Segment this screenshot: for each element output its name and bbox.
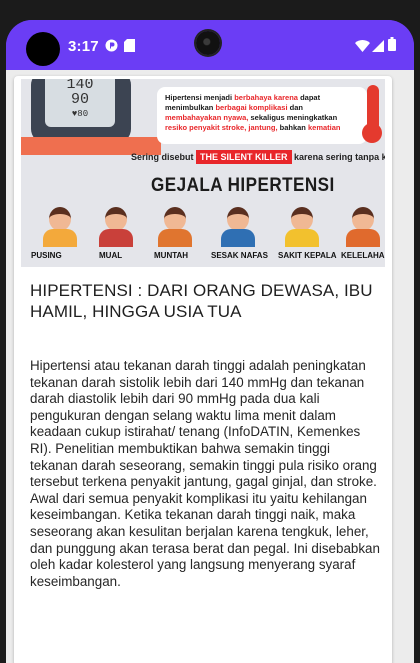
notice-highlight: berbahaya karena (234, 93, 298, 102)
punch-hole-camera (196, 31, 220, 55)
hypertension-infographic: 140 90 ♥80 Hipertensi menjadi berbahaya … (21, 79, 385, 267)
silent-prefix: Sering disebut (131, 152, 194, 162)
signal-icon (372, 39, 384, 57)
silent-suffix: karena sering tanpa keluhan (294, 152, 385, 162)
symptom-label: SESAK NAFAS (211, 251, 268, 260)
person-illustration (344, 203, 382, 247)
article-title: HIPERTENSI : DARI ORANG DEWASA, IBU HAMI… (30, 281, 373, 321)
blood-pressure-monitor-illustration: 140 90 ♥80 (31, 79, 131, 143)
person-illustration (283, 203, 321, 247)
person-illustration (219, 203, 257, 247)
person-illustration (41, 203, 79, 247)
article-card[interactable]: 140 90 ♥80 Hipertensi menjadi berbahaya … (14, 76, 392, 663)
symptom-label: MUNTAH (154, 251, 189, 260)
monitor-pulse: ♥80 (71, 109, 89, 119)
notice-text: bahkan (277, 123, 308, 132)
article-body: Hipertensi atau tekanan darah tinggi ada… (30, 358, 380, 589)
notice-highlight: resiko penyakit stroke, jantung, (165, 123, 278, 132)
monitor-display: 140 90 ♥80 (45, 79, 115, 127)
infographic-heading: GEJALA HIPERTENSI (151, 175, 335, 196)
status-time: 3:17 (68, 38, 99, 55)
symptom-label: PUSING (31, 251, 62, 260)
battery-icon (388, 37, 396, 56)
person-illustration (97, 203, 135, 247)
notice-highlight: kematian (307, 123, 341, 132)
notice-text: Hipertensi menjadi (165, 93, 235, 102)
silent-killer-line: Sering disebut THE SILENT KILLER karena … (131, 150, 385, 164)
silent-killer-tag: THE SILENT KILLER (196, 150, 292, 164)
infographic-notice: Hipertensi menjadi berbahaya karena dapa… (157, 87, 367, 144)
wifi-icon (355, 39, 370, 57)
data-saver-icon (105, 39, 118, 57)
sd-card-icon (124, 39, 135, 57)
symptom-label: SAKIT KEPALA (278, 251, 337, 260)
status-bar: 3:17 (6, 20, 414, 70)
screen: 3:17 140 90 ♥80 Hipertensi menjadi berba… (6, 20, 414, 663)
monitor-diastolic: 90 (70, 91, 89, 108)
exclamation-dot-illustration (362, 123, 382, 143)
symptom-label: MUAL (99, 251, 123, 260)
notice-text: sekaligus meningkatkan (248, 113, 338, 122)
notice-highlight: berbagai komplikasi (215, 103, 288, 112)
front-camera-cutout (26, 32, 60, 66)
person-illustration (156, 203, 194, 247)
notice-text: dan (287, 103, 303, 112)
content-area[interactable]: 140 90 ♥80 Hipertensi menjadi berbahaya … (6, 70, 414, 663)
notice-highlight: membahayakan nyawa, (165, 113, 249, 122)
phone-frame: 3:17 140 90 ♥80 Hipertensi menjadi berba… (0, 0, 420, 663)
symptom-label: KELELAHAN (341, 251, 385, 260)
